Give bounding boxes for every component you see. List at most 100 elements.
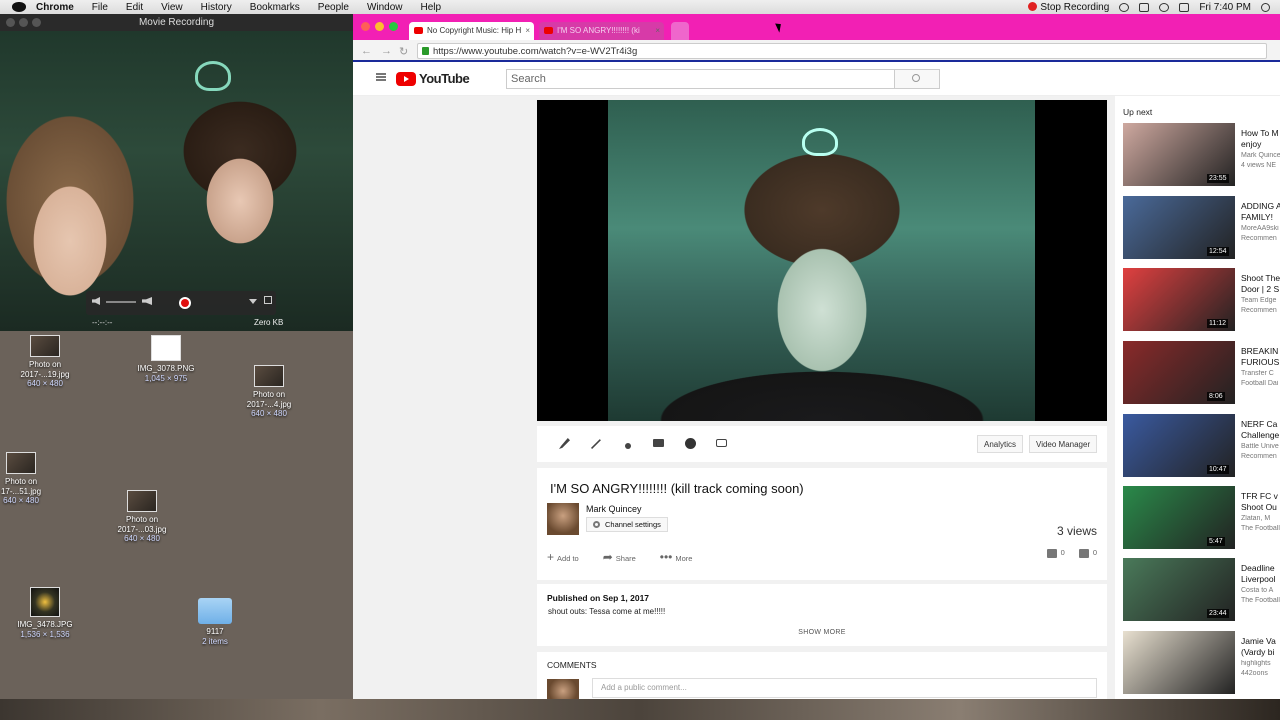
channel-settings-button[interactable]: Channel settings	[586, 517, 668, 532]
video-title[interactable]: How To M	[1241, 128, 1280, 138]
youtube-logo-text: YouTube	[419, 71, 470, 86]
video-title[interactable]: TFR FC v	[1241, 491, 1280, 501]
cards-icon[interactable]	[653, 439, 664, 447]
video-title[interactable]: BREAKIN	[1241, 346, 1280, 356]
video-title[interactable]: FAMILY!	[1241, 212, 1280, 222]
desktop-file[interactable]: IMG_3078.PNG 1,045 × 975	[121, 335, 211, 383]
menu-bookmarks[interactable]: Bookmarks	[250, 2, 300, 13]
share-button[interactable]: ➦ Share	[603, 550, 636, 564]
video-title[interactable]: FURIOUS	[1241, 357, 1280, 367]
video-channel: Team Edge	[1241, 297, 1277, 304]
tab-im-so-angry[interactable]: I'M SO ANGRY!!!!!!!! (ki ×	[539, 22, 664, 40]
list-item[interactable]: 23:44 Deadline Liverpool Costa to A The Foot…	[1123, 558, 1280, 622]
video-duration: 23:44	[1207, 609, 1229, 618]
menu-view[interactable]: View	[161, 2, 183, 13]
video-title[interactable]: Challenge	[1241, 430, 1280, 440]
video-manager-button[interactable]: Video Manager	[1029, 435, 1098, 453]
headphones-icon[interactable]	[1119, 2, 1130, 12]
spotlight-icon[interactable]	[1261, 2, 1270, 12]
video-title[interactable]: NERF Ca	[1241, 419, 1280, 429]
video-title[interactable]: Door | 2 S	[1241, 284, 1280, 294]
tab-no-copyright-music[interactable]: No Copyright Music: Hip H ×	[409, 22, 534, 40]
desktop-file[interactable]: Photo on 2017-...03.jpg 640 × 480	[97, 490, 187, 544]
image-thumbnail	[30, 587, 60, 617]
list-item[interactable]: Jamie Va (Vardy bi highlights 442oons	[1123, 631, 1280, 695]
movie-window-title: Movie Recording	[138, 17, 215, 28]
like-button[interactable]: 0	[1046, 548, 1065, 558]
video-thumbnail[interactable]	[1123, 631, 1235, 694]
video-title[interactable]: Shoot Ou	[1241, 502, 1280, 512]
comment-input[interactable]: Add a public comment...	[592, 678, 1097, 698]
options-dropdown-icon[interactable]	[249, 299, 257, 304]
list-item[interactable]: 11:12 Shoot The Door | 2 S Team Edge Recomme…	[1123, 268, 1280, 332]
new-tab-button[interactable]	[671, 22, 689, 40]
video-meta: The Football	[1241, 525, 1280, 532]
info-icon[interactable]	[685, 438, 696, 449]
channel-avatar[interactable]	[547, 503, 579, 535]
zoom-window-icon[interactable]	[389, 22, 398, 31]
video-title[interactable]: Shoot The	[1241, 273, 1280, 283]
list-item[interactable]: 12:54 ADDING A FAMILY! MoreAA9ski Recommen	[1123, 196, 1280, 260]
record-button[interactable]	[179, 297, 191, 309]
youtube-logo[interactable]: YouTube	[396, 71, 470, 86]
analytics-button[interactable]: Analytics	[977, 435, 1024, 453]
list-item[interactable]: 5:47 TFR FC v Shoot Ou Zlatan, M The Footbal…	[1123, 486, 1280, 550]
menu-file[interactable]: File	[92, 2, 108, 13]
more-button[interactable]: ••• More	[660, 550, 693, 564]
video-title[interactable]: enjoy	[1241, 139, 1280, 149]
video-title[interactable]: ADDING A	[1241, 201, 1280, 211]
close-tab-icon[interactable]: ×	[525, 26, 530, 35]
close-tab-icon[interactable]: ×	[655, 26, 660, 35]
volume-slider[interactable]	[106, 301, 136, 303]
back-icon[interactable]: ←	[361, 45, 372, 57]
close-window-icon[interactable]	[6, 18, 15, 27]
desktop-file[interactable]: Photo on 17-...51.jpg 640 × 480	[0, 452, 66, 506]
menu-help[interactable]: Help	[421, 2, 442, 13]
forward-icon[interactable]: →	[381, 45, 392, 57]
file-name: 2017-...4.jpg	[246, 399, 292, 409]
dislike-button[interactable]: 0	[1078, 548, 1097, 558]
wifi-icon[interactable]	[1159, 2, 1170, 12]
url-input[interactable]: https://www.youtube.com/watch?v=e-WV2Tr4…	[417, 43, 1267, 59]
search-button[interactable]	[895, 69, 940, 89]
menu-people[interactable]: People	[318, 2, 349, 13]
video-player[interactable]	[537, 100, 1107, 421]
fullscreen-icon[interactable]	[264, 296, 272, 304]
clock[interactable]: Fri 7:40 PM	[1199, 2, 1251, 13]
close-window-icon[interactable]	[361, 22, 370, 31]
video-title[interactable]: (Vardy bi	[1241, 647, 1280, 657]
reload-icon[interactable]: ↻	[399, 45, 408, 58]
desktop-file[interactable]: Photo on 2017-...19.jpg 640 × 480	[0, 335, 90, 389]
minimize-window-icon[interactable]	[19, 18, 28, 27]
menu-edit[interactable]: Edit	[126, 2, 143, 13]
pencil-icon[interactable]	[559, 438, 570, 449]
list-item[interactable]: 23:55 How To Menjoy Mark Quince 4 views NE	[1123, 123, 1280, 187]
menu-app[interactable]: Chrome	[36, 2, 74, 13]
search-input[interactable]: Search	[506, 69, 895, 89]
desktop-file[interactable]: Photo on 2017-...4.jpg 640 × 480	[224, 365, 314, 419]
zoom-window-icon[interactable]	[32, 18, 41, 27]
movie-window-titlebar[interactable]: Movie Recording	[0, 14, 353, 31]
apple-icon[interactable]	[12, 2, 26, 12]
channel-name[interactable]: Mark Quincey	[586, 504, 642, 514]
subtitles-icon[interactable]	[716, 439, 727, 447]
list-item[interactable]: 10:47 NERF Ca Challenge Battle Unive Recomme…	[1123, 414, 1280, 478]
video-title[interactable]: Liverpool	[1241, 574, 1280, 584]
minimize-window-icon[interactable]	[375, 22, 384, 31]
stop-recording[interactable]: Stop Recording	[1028, 2, 1109, 13]
desktop-folder[interactable]: 9117 2 items	[170, 598, 260, 646]
desktop-file[interactable]: IMG_3478.JPG 1,536 × 1,536	[0, 587, 90, 639]
menu-history[interactable]: History	[201, 2, 232, 13]
show-more-button[interactable]: SHOW MORE	[537, 629, 1107, 636]
volume-icon[interactable]	[1179, 2, 1190, 12]
menu-window[interactable]: Window	[367, 2, 403, 13]
music-note-icon[interactable]	[625, 443, 631, 449]
video-title[interactable]: Deadline	[1241, 563, 1280, 573]
video-channel: Zlatan, M	[1241, 515, 1271, 522]
list-item[interactable]: 8:06 BREAKIN FURIOUS Transfer C Football Dai	[1123, 341, 1280, 405]
add-to-button[interactable]: + Add to	[547, 550, 579, 564]
menu-icon[interactable]	[376, 73, 386, 81]
video-title[interactable]: Jamie Va	[1241, 636, 1280, 646]
enhance-wand-icon[interactable]	[591, 439, 601, 449]
sync-icon[interactable]	[1139, 2, 1150, 12]
